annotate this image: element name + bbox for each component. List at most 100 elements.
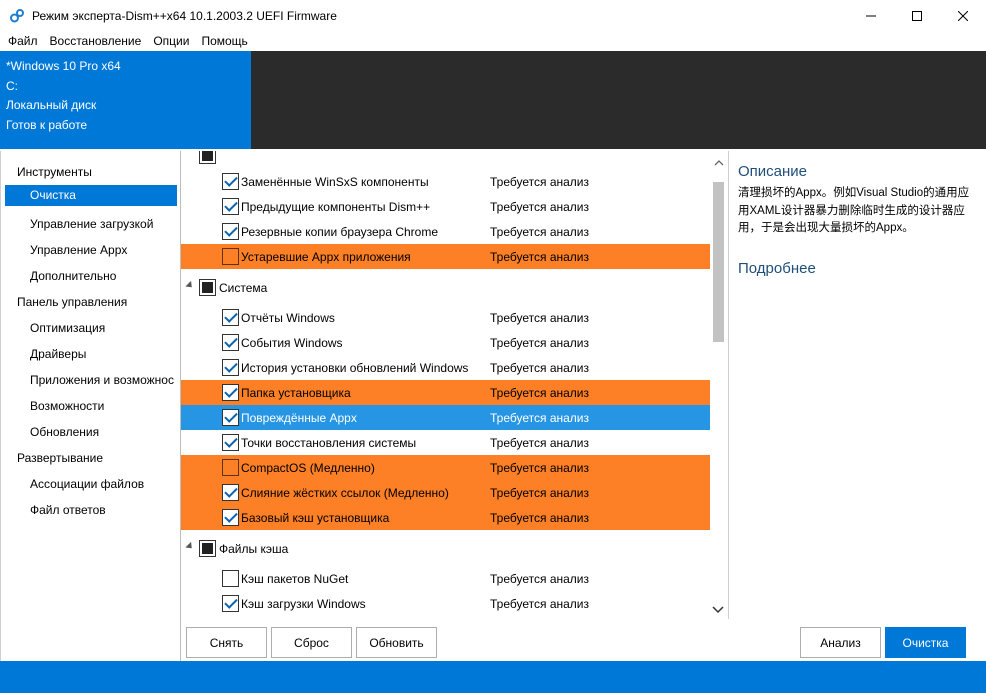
sidebar-item-cleanup[interactable]: Очистка [5,185,177,206]
item-checkbox[interactable] [222,334,239,351]
list-item[interactable]: Устаревшие Appx приложения Требуется анал… [181,244,710,269]
maximize-icon [912,10,922,21]
list-item[interactable]: Слияние жёстких ссылок (Медленно) Требует… [181,480,710,505]
item-label: Слияние жёстких ссылок (Медленно) [241,485,449,500]
window-title: Режим эксперта-Dism++x64 10.1.2003.2 UEF… [32,8,337,23]
sidebar-item-boot-management[interactable]: Управление загрузкой [1,211,180,237]
menu-options[interactable]: Опции [147,34,195,48]
list-item[interactable]: Отчёты Windows Требуется анализ [181,305,710,330]
list-item[interactable]: Папка установщика Требуется анализ [181,380,710,405]
group-checkbox[interactable] [199,279,216,296]
list-item[interactable]: Заменённые WinSxS компоненты Требуется ан… [181,169,710,194]
scroll-down-icon[interactable] [712,603,724,617]
list-item[interactable]: Базовый кэш установщика Требуется анализ [181,505,710,530]
uncheck-button[interactable]: Снять [186,627,267,658]
item-status: Требуется анализ [490,224,589,239]
sidebar-item-advanced[interactable]: Дополнительно [1,263,180,289]
list-item[interactable]: Повреждённые Appx Требуется анализ [181,405,710,430]
menu-bar: Файл Восстановление Опции Помощь [0,31,986,51]
status-text: Готов к работе [6,117,88,132]
item-label: Кэш загрузки Windows [241,596,366,611]
item-checkbox[interactable] [222,484,239,501]
sidebar-item-appx-management[interactable]: Управление Appx [1,237,180,263]
item-label: Кэш пакетов NuGet [241,571,349,586]
item-checkbox[interactable] [222,359,239,376]
sidebar-item-drivers[interactable]: Драйверы [1,341,180,367]
minimize-icon [866,15,876,16]
list-item[interactable]: Предыдущие компоненты Dism++ Требуется ан… [181,194,710,219]
sidebar-group-deployment: Развертывание [17,451,104,465]
sidebar: Инструменты Очистка Управление загрузкой… [0,151,181,661]
item-label: Отчёты Windows [241,310,335,325]
sidebar-item-features[interactable]: Возможности [1,393,180,419]
maximize-button[interactable] [894,0,940,31]
group-label: Файлы кэша [219,541,289,556]
scrollbar-thumb[interactable] [713,182,724,342]
item-checkbox[interactable] [222,384,239,401]
list-scrollbar[interactable] [710,156,727,618]
list-item[interactable]: Резервные копии браузера Chrome Требуется… [181,219,710,244]
item-status: Требуется анализ [490,249,589,264]
group-checkbox[interactable] [199,540,216,557]
item-checkbox[interactable] [222,595,239,612]
item-label: CompactOS (Медленно) [241,460,375,475]
os-name: *Windows 10 Pro x64 [6,59,121,73]
list-item[interactable]: Кэш пакетов NuGet Требуется анализ [181,566,710,591]
item-label: Точки восстановления системы [241,435,417,450]
sidebar-item-answer-file[interactable]: Файл ответов [1,497,180,523]
item-checkbox[interactable] [222,248,239,265]
item-label: История установки обновлений Windows [241,360,469,375]
item-checkbox[interactable] [222,509,239,526]
reset-button[interactable]: Сброс [271,627,352,658]
sidebar-item-optimization[interactable]: Оптимизация [1,315,180,341]
list-item[interactable]: CompactOS (Медленно) Требуется анализ [181,455,710,480]
description-panel: Описание 清理损坏的Appx。例如Visual Studio的通用应用X… [728,151,986,619]
minimize-button[interactable] [848,0,894,31]
item-label: Базовый кэш установщика [241,510,390,525]
menu-recovery[interactable]: Восстановление [44,34,148,48]
expand-arrow-icon[interactable] [185,280,195,291]
item-checkbox[interactable] [222,459,239,476]
item-status: Требуется анализ [490,410,589,425]
item-checkbox[interactable] [222,570,239,587]
item-checkbox[interactable] [222,198,239,215]
list-group-header[interactable]: Система [181,275,710,300]
sidebar-item-updates[interactable]: Обновления [1,419,180,445]
item-checkbox[interactable] [222,223,239,240]
group-checkbox[interactable] [199,151,216,164]
refresh-button[interactable]: Обновить [356,627,437,658]
analyze-button[interactable]: Анализ [800,627,881,658]
title-bar: Режим эксперта-Dism++x64 10.1.2003.2 UEF… [0,0,986,31]
expand-arrow-icon[interactable] [185,541,195,552]
item-status: Требуется анализ [490,485,589,500]
close-button[interactable] [940,0,986,31]
list-item[interactable]: Точки восстановления системы Требуется ан… [181,430,710,455]
item-status: Требуется анализ [490,435,589,450]
item-status: Требуется анализ [490,510,589,525]
item-status: Требуется анализ [490,596,589,611]
item-status: Требуется анализ [490,335,589,350]
item-checkbox[interactable] [222,309,239,326]
clean-button[interactable]: Очистка [885,627,966,658]
list-item[interactable]: История установки обновлений Windows Треб… [181,355,710,380]
image-info-panel[interactable]: *Windows 10 Pro x64 C: Локальный диск Го… [0,51,251,149]
menu-file[interactable]: Файл [2,34,44,48]
item-label: События Windows [241,335,343,350]
sidebar-item-file-associations[interactable]: Ассоциации файлов [1,471,180,497]
list-item[interactable]: События Windows Требуется анализ [181,330,710,355]
sidebar-item-apps-features[interactable]: Приложения и возможнос [1,367,180,393]
close-icon [958,10,968,21]
item-label: Резервные копии браузера Chrome [241,224,439,239]
menu-help[interactable]: Помощь [195,34,253,48]
group-label: Система [219,280,268,295]
more-info-link[interactable]: Подробнее [738,260,816,277]
list-item[interactable]: Кэш загрузки Windows Требуется анализ [181,591,710,616]
list-group-header[interactable]: Файлы кэша [181,536,710,561]
list-group-header-partial [181,151,710,168]
item-checkbox[interactable] [222,409,239,426]
item-status: Требуется анализ [490,360,589,375]
item-checkbox[interactable] [222,434,239,451]
item-status: Требуется анализ [490,199,589,214]
item-checkbox[interactable] [222,173,239,190]
scroll-up-icon[interactable] [714,158,724,169]
